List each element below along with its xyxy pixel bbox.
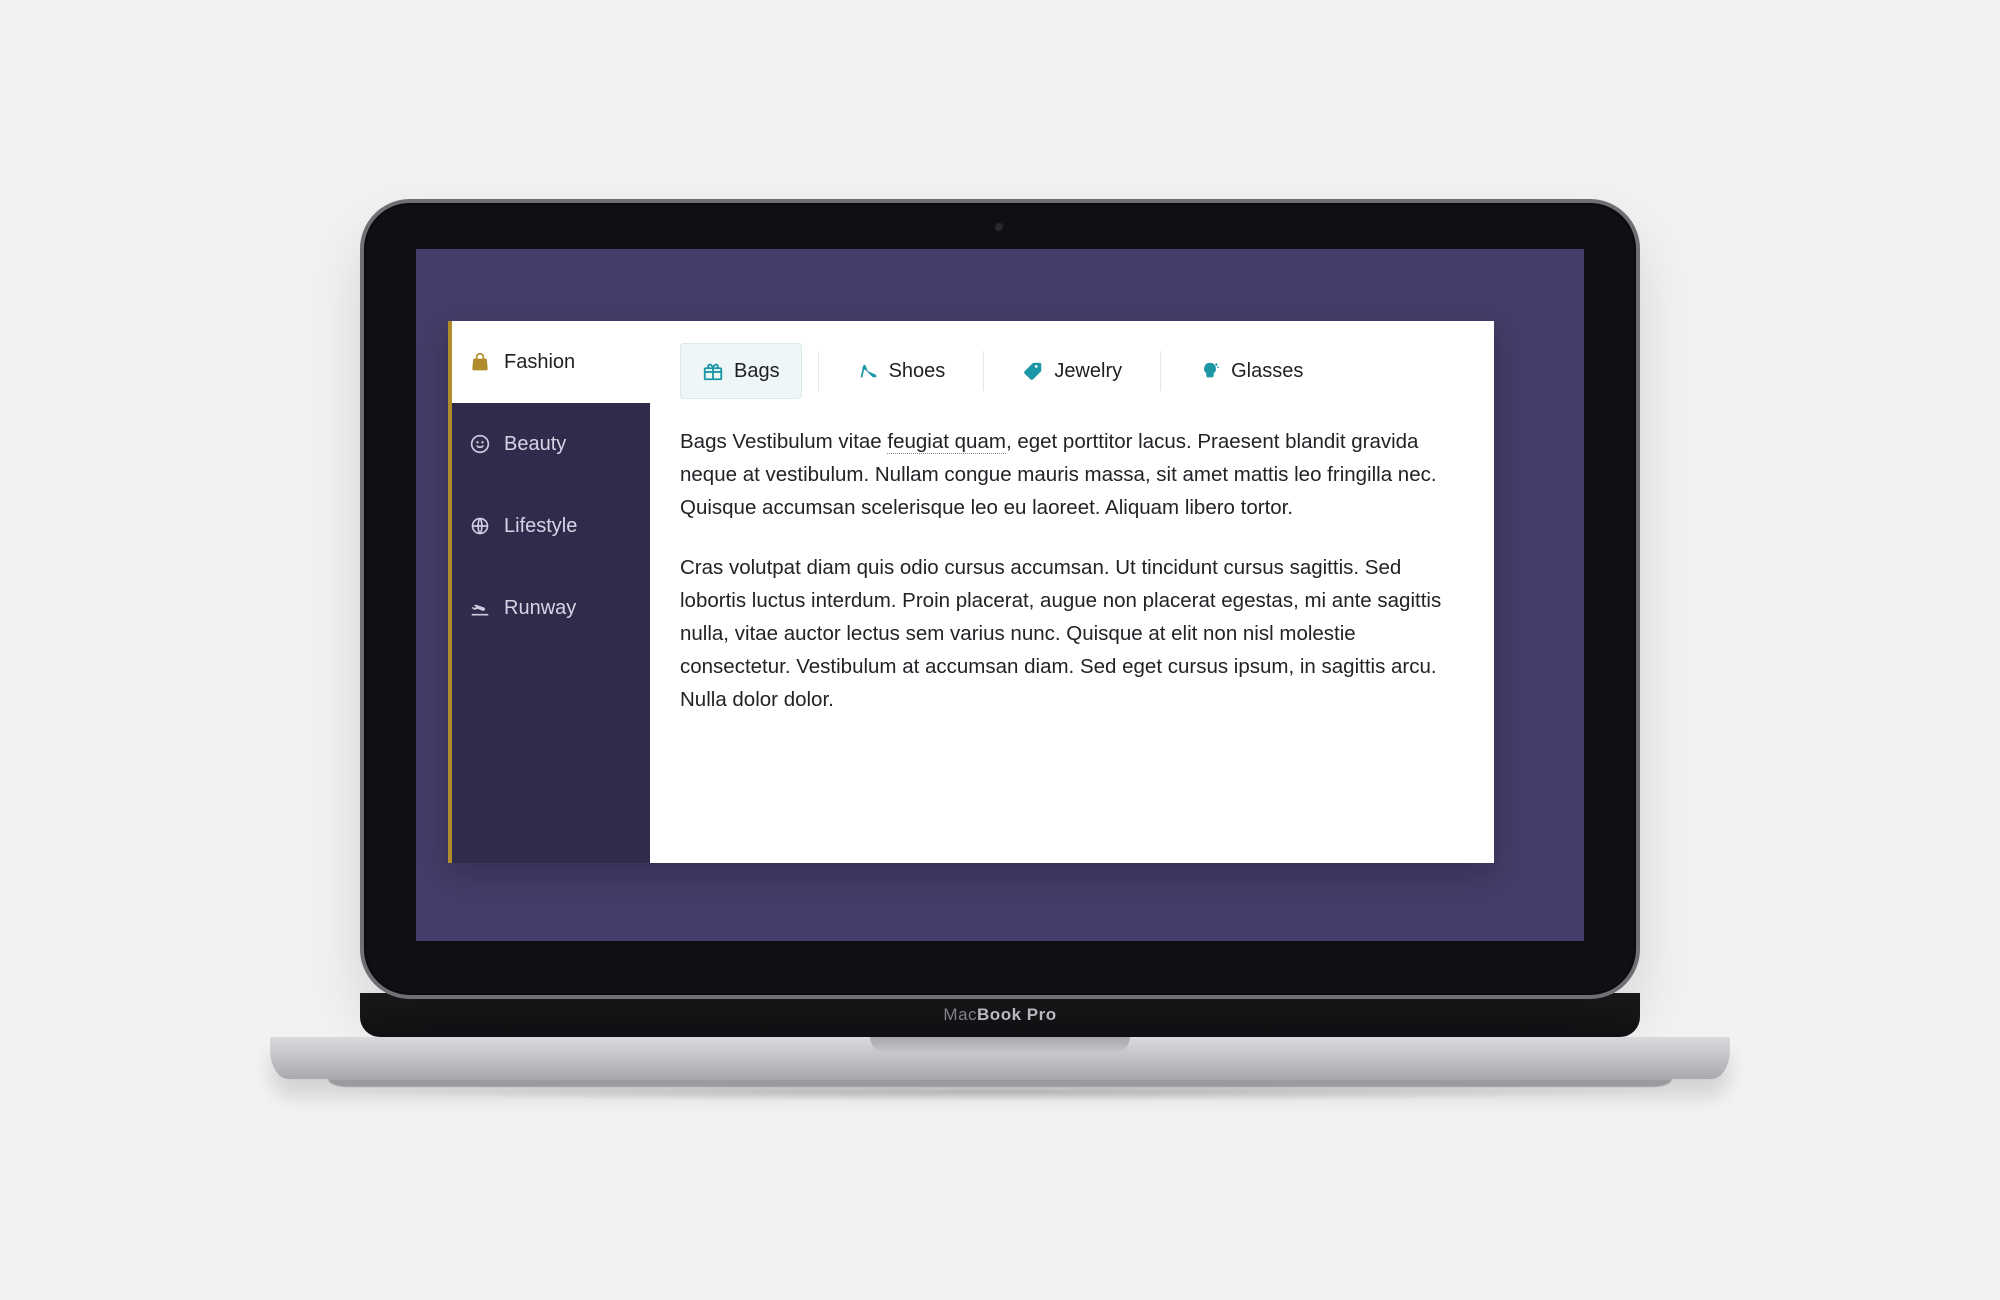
- tab-label: Bags: [734, 360, 780, 383]
- tab-content: Bags Vestibulum vitae feugiat quam, eget…: [680, 425, 1464, 717]
- paragraph-1: Bags Vestibulum vitae feugiat quam, eget…: [680, 425, 1464, 525]
- screen: Fashion Beauty: [416, 249, 1584, 941]
- device-label: MacBook Pro: [943, 1005, 1056, 1025]
- plane-takeoff-icon: [470, 598, 490, 618]
- camera-dot: [995, 223, 1005, 233]
- tab-jewelry[interactable]: Jewelry: [1000, 343, 1144, 399]
- tab-bags[interactable]: Bags: [680, 343, 802, 399]
- sidebar: Fashion Beauty: [448, 321, 650, 863]
- sidebar-item-beauty[interactable]: Beauty: [452, 403, 650, 485]
- tab-label: Shoes: [889, 360, 946, 383]
- laptop-mockup: Fashion Beauty: [270, 199, 1730, 1101]
- high-heel-icon: [857, 360, 879, 382]
- sidebar-item-label: Beauty: [504, 433, 566, 456]
- laptop-chin: MacBook Pro: [360, 993, 1640, 1037]
- tabs: Bags Shoes: [680, 343, 1464, 399]
- bag-icon: [470, 352, 490, 372]
- sidebar-item-label: Lifestyle: [504, 515, 577, 538]
- tab-shoes[interactable]: Shoes: [835, 343, 968, 399]
- sidebar-item-fashion[interactable]: Fashion: [448, 321, 650, 403]
- laptop-base: [270, 1037, 1730, 1079]
- face-icon: [470, 434, 490, 454]
- gift-icon: [702, 360, 724, 382]
- lightbulb-icon: [1199, 360, 1221, 382]
- tab-label: Jewelry: [1054, 360, 1122, 383]
- tab-separator: [1160, 351, 1161, 391]
- p1-underlined: feugiat quam: [887, 430, 1006, 454]
- sidebar-item-lifestyle[interactable]: Lifestyle: [452, 485, 650, 567]
- tab-label: Glasses: [1231, 360, 1303, 383]
- tab-glasses[interactable]: Glasses: [1177, 343, 1325, 399]
- sidebar-item-runway[interactable]: Runway: [452, 567, 650, 649]
- tag-icon: [1022, 360, 1044, 382]
- sidebar-item-label: Runway: [504, 597, 576, 620]
- app-stage: Fashion Beauty: [416, 249, 1584, 941]
- sidebar-item-label: Fashion: [504, 351, 575, 374]
- app-card: Fashion Beauty: [448, 321, 1494, 863]
- tab-separator: [983, 351, 984, 391]
- paragraph-2: Cras volutpat diam quis odio cursus accu…: [680, 551, 1464, 717]
- laptop-lid: Fashion Beauty: [360, 199, 1640, 999]
- globe-icon: [470, 516, 490, 536]
- p1-lead: Bags Vestibulum vitae: [680, 430, 887, 453]
- main-panel: Bags Shoes: [650, 321, 1494, 863]
- tab-separator: [818, 351, 819, 391]
